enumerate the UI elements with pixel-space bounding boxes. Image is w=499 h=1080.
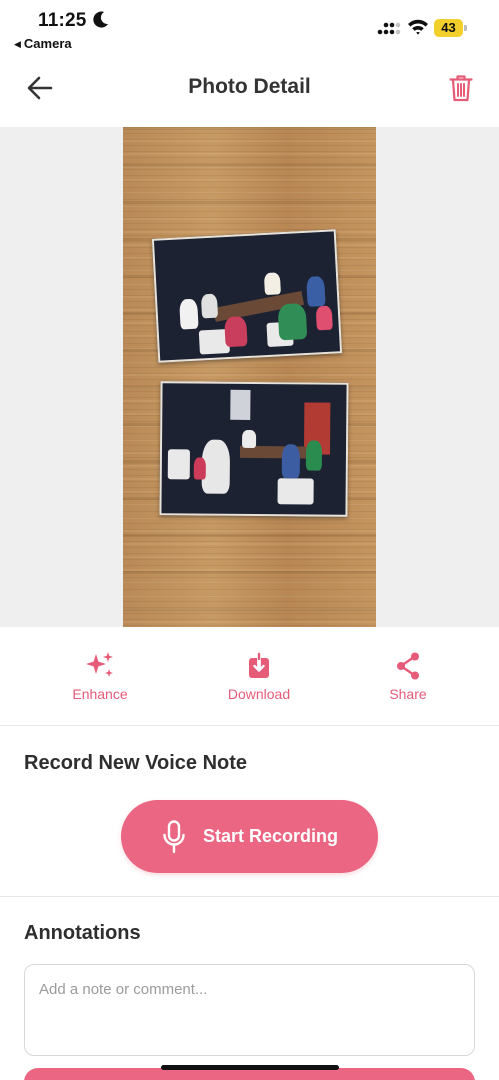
share-button[interactable]: Share: [353, 650, 463, 710]
app-header: Photo Detail: [0, 56, 499, 126]
photo-image[interactable]: [123, 127, 376, 627]
status-time: 11:25: [38, 10, 87, 31]
battery-tip: [464, 25, 467, 31]
moon-icon: [93, 11, 108, 28]
start-recording-button[interactable]: Start Recording: [121, 800, 378, 873]
download-icon: [249, 652, 269, 678]
cellular-signal-icon: [377, 22, 401, 35]
page-title: Photo Detail: [188, 75, 311, 98]
voice-note-title: Record New Voice Note: [24, 752, 248, 774]
microphone-icon: [163, 819, 185, 853]
annotations-title: Annotations: [24, 922, 141, 944]
photo-actions-bar: Enhance Download Share: [0, 628, 499, 726]
printed-photo-top: [151, 229, 343, 363]
annotation-input[interactable]: [24, 964, 475, 1056]
wifi-icon: [408, 19, 428, 35]
delete-button[interactable]: [444, 71, 478, 105]
section-divider: [0, 896, 499, 897]
start-recording-label: Start Recording: [202, 826, 339, 846]
printed-photo-bottom: [159, 381, 349, 517]
back-to-app-link[interactable]: ◀ Camera: [14, 36, 72, 51]
photo-viewer: [0, 127, 499, 627]
status-bar: 11:25 ◀ Camera 43: [0, 0, 499, 56]
download-button[interactable]: Download: [204, 650, 314, 710]
download-label: Download: [227, 686, 291, 702]
back-app-label: Camera: [23, 36, 72, 51]
battery-indicator: 43: [434, 19, 467, 37]
home-indicator[interactable]: [161, 1065, 339, 1070]
battery-level: 43: [441, 20, 456, 35]
share-icon: [397, 652, 419, 680]
back-triangle-icon: ◀: [14, 39, 21, 49]
enhance-label: Enhance: [72, 686, 128, 702]
sparkles-icon: [86, 652, 113, 677]
enhance-button[interactable]: Enhance: [45, 650, 155, 710]
share-label: Share: [389, 686, 427, 702]
trash-icon: [449, 75, 473, 102]
